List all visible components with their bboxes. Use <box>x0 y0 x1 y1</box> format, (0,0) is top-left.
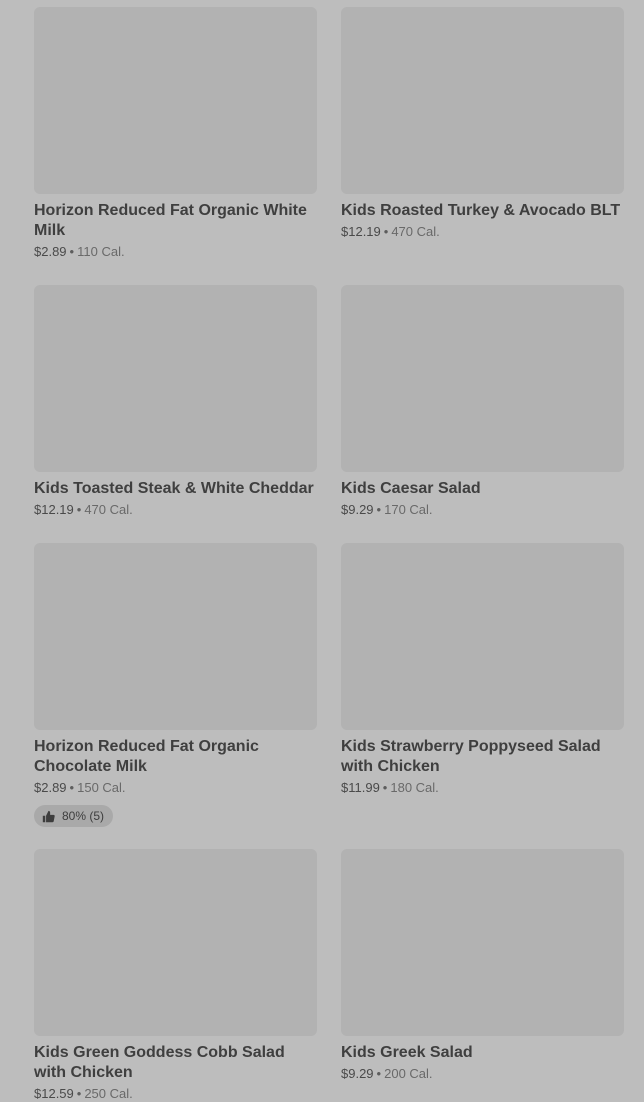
menu-item-card[interactable]: Kids Greek Salad $9.29 • 200 Cal. <box>341 849 624 1102</box>
menu-item-name: Horizon Reduced Fat Organic White Milk <box>34 202 307 239</box>
menu-item-name: Kids Strawberry Poppyseed Salad with Chi… <box>341 738 601 775</box>
meta-separator: • <box>69 780 75 795</box>
menu-item-price: $12.19 <box>34 502 74 517</box>
menu-item-card[interactable]: Horizon Reduced Fat Organic White Milk $… <box>34 7 317 285</box>
meta-separator: • <box>76 502 82 517</box>
menu-item-name: Kids Toasted Steak & White Cheddar <box>34 480 314 497</box>
menu-item-price: $12.59 <box>34 1086 74 1101</box>
menu-item-calories: 170 Cal. <box>384 502 433 517</box>
menu-item-name: Kids Greek Salad <box>341 1044 473 1061</box>
menu-item-calories: 150 Cal. <box>77 780 126 795</box>
menu-item-calories: 110 Cal. <box>77 244 125 259</box>
menu-item-meta: $12.19 • 470 Cal. <box>34 502 317 518</box>
menu-item-calories: 200 Cal. <box>384 1066 433 1081</box>
menu-item-card[interactable]: Horizon Reduced Fat Organic Chocolate Mi… <box>34 543 317 849</box>
menu-item-image[interactable] <box>34 849 317 1036</box>
menu-item-name: Kids Caesar Salad <box>341 480 481 497</box>
menu-item-name: Horizon Reduced Fat Organic Chocolate Mi… <box>34 738 259 775</box>
rating-badge: 80% (5) <box>34 805 114 827</box>
meta-separator: • <box>76 1086 82 1101</box>
menu-item-image[interactable] <box>341 285 624 472</box>
menu-item-price: $12.19 <box>341 224 381 239</box>
menu-item-calories: 470 Cal. <box>391 224 440 239</box>
menu-item-calories: 180 Cal. <box>390 780 439 795</box>
meta-separator: • <box>382 780 388 795</box>
menu-item-price: $2.89 <box>34 244 67 259</box>
meta-separator: • <box>69 244 75 259</box>
menu-item-meta: $9.29 • 200 Cal. <box>341 1066 624 1082</box>
meta-separator: • <box>376 502 382 517</box>
menu-item-price: $2.89 <box>34 780 67 795</box>
meta-separator: • <box>376 1066 382 1081</box>
menu-item-name: Kids Green Goddess Cobb Salad with Chick… <box>34 1044 285 1081</box>
menu-item-image[interactable] <box>341 543 624 730</box>
menu-item-card[interactable]: Kids Green Goddess Cobb Salad with Chick… <box>34 849 317 1102</box>
menu-item-card[interactable]: Kids Roasted Turkey & Avocado BLT $12.19… <box>341 7 624 285</box>
menu-item-price: $11.99 <box>341 780 380 795</box>
menu-item-meta: $11.99 • 180 Cal. <box>341 780 624 796</box>
menu-item-meta: $9.29 • 170 Cal. <box>341 502 624 518</box>
menu-item-name: Kids Roasted Turkey & Avocado BLT <box>341 202 621 219</box>
menu-item-meta: $2.89 • 110 Cal. <box>34 244 317 260</box>
menu-item-price: $9.29 <box>341 1066 374 1081</box>
menu-item-card[interactable]: Kids Toasted Steak & White Cheddar $12.1… <box>34 285 317 543</box>
menu-item-card[interactable]: Kids Caesar Salad $9.29 • 170 Cal. <box>341 285 624 543</box>
menu-item-image[interactable] <box>341 849 624 1036</box>
menu-item-meta: $12.19 • 470 Cal. <box>341 224 624 240</box>
menu-item-image[interactable] <box>34 543 317 730</box>
thumbs-up-icon <box>42 810 55 822</box>
menu-item-price: $9.29 <box>341 502 374 517</box>
menu-item-calories: 470 Cal. <box>84 502 133 517</box>
menu-items-grid: Horizon Reduced Fat Organic White Milk $… <box>34 7 624 1102</box>
meta-separator: • <box>383 224 389 239</box>
menu-item-meta: $2.89 • 150 Cal. <box>34 780 317 796</box>
rating-text: 80% (5) <box>62 809 105 823</box>
menu-item-calories: 250 Cal. <box>84 1086 133 1101</box>
menu-item-card[interactable]: Kids Strawberry Poppyseed Salad with Chi… <box>341 543 624 849</box>
menu-item-meta: $12.59 • 250 Cal. <box>34 1086 317 1102</box>
menu-item-image[interactable] <box>34 7 317 194</box>
menu-item-image[interactable] <box>34 285 317 472</box>
menu-item-image[interactable] <box>341 7 624 194</box>
